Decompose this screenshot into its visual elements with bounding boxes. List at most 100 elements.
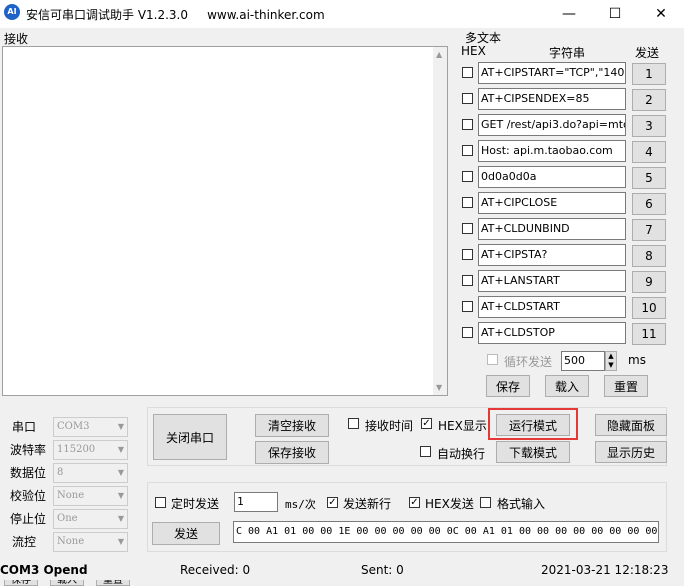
hex-display-checkbox[interactable]: ✓ (421, 418, 432, 429)
row-send-button[interactable]: 7 (632, 219, 666, 241)
row-string-input[interactable]: 0d0a0d0a (478, 166, 626, 188)
col-string-header: 字符串 (549, 46, 586, 60)
chevron-down-icon: ▼ (117, 514, 124, 523)
show-history-button[interactable]: 显示历史 (595, 441, 667, 463)
row-send-button[interactable]: 3 (632, 115, 666, 137)
row-hex-checkbox[interactable] (462, 275, 473, 286)
col-send-header: 发送 (635, 46, 660, 60)
save-receive-button[interactable]: 保存接收 (255, 441, 329, 464)
parity-select[interactable]: None ▼ (53, 486, 128, 506)
send-newline-checkbox[interactable]: ✓ (327, 497, 338, 508)
stopbits-label: 停止位 (10, 512, 47, 526)
row-string-input[interactable]: AT+CLDSTART (478, 296, 626, 318)
format-input-label: 格式输入 (497, 497, 546, 511)
taskbar-strip: 保存 载入 重置 (0, 580, 684, 586)
timed-send-label: 定时发送 (171, 497, 220, 511)
row-send-button[interactable]: 11 (632, 323, 666, 345)
loop-send-checkbox[interactable] (487, 354, 498, 365)
chevron-down-icon: ▼ (117, 422, 124, 431)
received-count: Received: 0 (180, 563, 251, 577)
close-icon[interactable]: ✕ (638, 0, 684, 28)
row-string-input[interactable]: Host: api.m.taobao.com (478, 140, 626, 162)
send-button[interactable]: 发送 (152, 522, 220, 545)
flowctrl-select[interactable]: None ▼ (53, 532, 128, 552)
row-hex-checkbox[interactable] (462, 119, 473, 130)
receive-time-label: 接收时间 (365, 419, 414, 433)
clear-receive-button[interactable]: 清空接收 (255, 414, 329, 437)
row-hex-checkbox[interactable] (462, 301, 473, 312)
receive-scrollbar[interactable]: ▲ ▼ (433, 47, 447, 395)
row-send-button[interactable]: 4 (632, 141, 666, 163)
row-string-input[interactable]: AT+CIPSENDEX=85 (478, 88, 626, 110)
download-mode-button[interactable]: 下载模式 (496, 441, 570, 463)
stopbits-select[interactable]: One ▼ (53, 509, 128, 529)
run-mode-button[interactable]: 运行模式 (496, 414, 570, 436)
row-string-input[interactable]: AT+CIPCLOSE (478, 192, 626, 214)
hide-panel-button[interactable]: 隐藏面板 (595, 414, 667, 436)
maximize-icon[interactable]: ☐ (592, 0, 638, 28)
receive-label: 接收 (4, 32, 29, 46)
minimize-icon[interactable]: — (546, 0, 592, 28)
flowctrl-label: 流控 (12, 535, 37, 549)
port-label: 串口 (12, 420, 37, 434)
row-hex-checkbox[interactable] (462, 171, 473, 182)
row-hex-checkbox[interactable] (462, 327, 473, 338)
row-hex-checkbox[interactable] (462, 249, 473, 260)
baud-label: 波特率 (10, 443, 47, 457)
app-logo-icon: AI (4, 4, 20, 20)
auto-wrap-checkbox[interactable] (420, 446, 431, 457)
port-select[interactable]: COM3 ▼ (53, 417, 128, 437)
chevron-down-icon: ▼ (117, 445, 124, 454)
row-string-input[interactable]: AT+CIPSTA? (478, 244, 626, 266)
interval-spinner[interactable]: ▲ ▼ (605, 351, 617, 371)
row-string-input[interactable]: AT+CIPSTART="TCP","140 (478, 62, 626, 84)
databits-label: 数据位 (10, 466, 47, 480)
row-send-button[interactable]: 8 (632, 245, 666, 267)
baud-select[interactable]: 115200 ▼ (53, 440, 128, 460)
close-port-button[interactable]: 关闭串口 (153, 414, 227, 460)
send-data-input[interactable]: C 00 A1 01 00 00 1E 00 00 00 00 00 0C 00… (233, 521, 659, 543)
row-send-button[interactable]: 1 (632, 63, 666, 85)
row-send-button[interactable]: 10 (632, 297, 666, 319)
send-newline-label: 发送新行 (343, 497, 392, 511)
row-hex-checkbox[interactable] (462, 197, 473, 208)
auto-wrap-label: 自动换行 (437, 447, 486, 461)
hex-send-label: HEX发送 (425, 497, 474, 511)
row-hex-checkbox[interactable] (462, 93, 473, 104)
databits-select[interactable]: 8 ▼ (53, 463, 128, 483)
receive-textarea[interactable]: ▲ ▼ (2, 46, 448, 396)
loop-unit-label: ms (628, 353, 646, 367)
row-string-input[interactable]: AT+CLDSTOP (478, 322, 626, 344)
title-bar: AI 安信可串口调试助手 V1.2.3.0 www.ai-thinker.com… (0, 0, 684, 28)
row-hex-checkbox[interactable] (462, 145, 473, 156)
row-send-button[interactable]: 2 (632, 89, 666, 111)
row-send-button[interactable]: 6 (632, 193, 666, 215)
row-hex-checkbox[interactable] (462, 223, 473, 234)
send-interval-unit: ms/次 (285, 498, 316, 511)
chevron-down-icon: ▼ (117, 537, 124, 546)
receive-time-checkbox[interactable] (348, 418, 359, 429)
reset-multitext-button[interactable]: 重置 (604, 375, 648, 397)
scroll-up-icon[interactable]: ▲ (436, 50, 442, 59)
bottom-tab-1[interactable]: 载入 (50, 580, 84, 586)
parity-label: 校验位 (10, 489, 47, 503)
row-string-input[interactable]: GET /rest/api3.do?api=mtc (478, 114, 626, 136)
row-string-input[interactable]: AT+CLDUNBIND (478, 218, 626, 240)
sent-count: Sent: 0 (361, 563, 404, 577)
col-hex-header: HEX (461, 44, 486, 58)
scroll-down-icon[interactable]: ▼ (436, 383, 442, 392)
send-interval-input[interactable]: 1 (234, 492, 278, 512)
bottom-tab-2[interactable]: 重置 (96, 580, 130, 586)
loop-interval-input[interactable]: 500 (561, 351, 605, 371)
format-input-checkbox[interactable] (480, 497, 491, 508)
hex-send-checkbox[interactable]: ✓ (409, 497, 420, 508)
row-string-input[interactable]: AT+LANSTART (478, 270, 626, 292)
row-hex-checkbox[interactable] (462, 67, 473, 78)
bottom-tab-0[interactable]: 保存 (4, 580, 38, 586)
load-multitext-button[interactable]: 载入 (545, 375, 589, 397)
chevron-down-icon: ▼ (117, 491, 124, 500)
timed-send-checkbox[interactable] (155, 497, 166, 508)
save-multitext-button[interactable]: 保存 (486, 375, 530, 397)
row-send-button[interactable]: 5 (632, 167, 666, 189)
row-send-button[interactable]: 9 (632, 271, 666, 293)
